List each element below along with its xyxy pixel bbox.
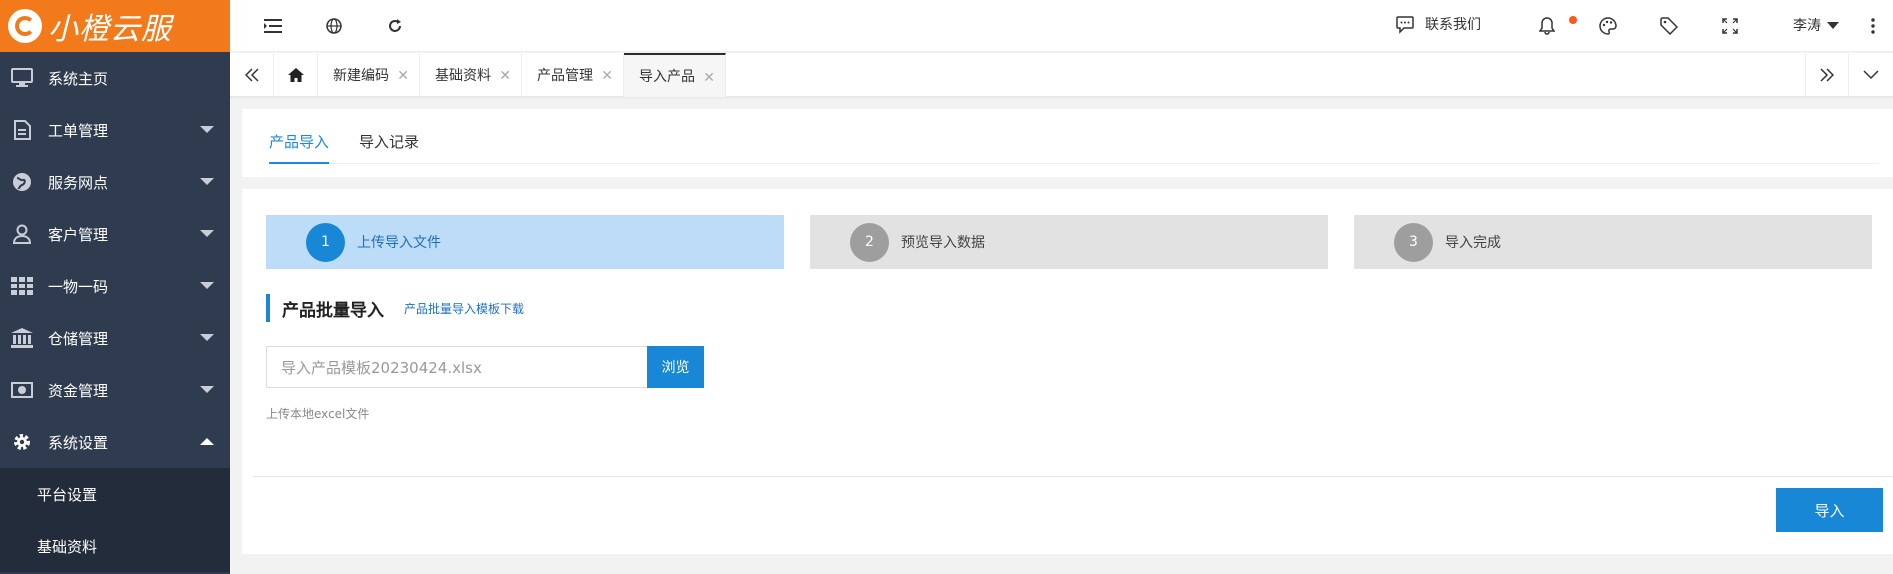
subtabs-card: 产品导入 导入记录: [242, 109, 1893, 177]
tab-import-products[interactable]: 导入产品 ✕: [624, 53, 726, 97]
grid-icon: [10, 275, 34, 297]
tab-label: 导入产品: [639, 69, 695, 85]
palette-icon[interactable]: [1596, 14, 1620, 38]
money-icon: [10, 379, 34, 401]
chevron-down-icon: [200, 178, 214, 185]
tab-label: 新建编码: [333, 68, 389, 84]
sidebar-item-funds[interactable]: 资金管理: [0, 364, 230, 416]
sidebar-item-label: 系统主页: [48, 69, 109, 88]
scroll-tabs-left-icon[interactable]: [230, 53, 274, 97]
scroll-tabs-right-icon[interactable]: [1805, 53, 1849, 97]
import-card: 1 上传导入文件 2 预览导入数据 3 导入完成 产品批量导入 产品批量导入模板…: [242, 189, 1893, 554]
sidebar-item-label: 系统设置: [48, 433, 109, 452]
tab-label: 基础资料: [435, 68, 491, 84]
globe-icon[interactable]: [322, 14, 346, 38]
close-icon[interactable]: ✕: [703, 70, 715, 86]
sidebar-item-home[interactable]: 系统主页: [0, 52, 230, 104]
chevron-down-icon: [200, 386, 214, 393]
tab-label: 产品管理: [537, 68, 593, 84]
step-label: 导入完成: [1445, 235, 1501, 251]
sidebar-submenu: 平台设置 基础资料: [0, 468, 230, 572]
user-icon: [10, 223, 34, 245]
step-label: 上传导入文件: [357, 235, 441, 251]
refresh-icon[interactable]: [383, 14, 407, 38]
sidebar-subitem-platform-settings[interactable]: 平台设置: [0, 468, 230, 520]
tag-icon[interactable]: [1657, 14, 1681, 38]
contact-us-button[interactable]: 联系我们: [1395, 14, 1481, 34]
step-number: 1: [306, 222, 345, 262]
subtab-product-import[interactable]: 产品导入: [269, 131, 329, 152]
top-bar: 联系我们 李涛: [230, 0, 1893, 52]
sidebar-subitem-basic-data[interactable]: 基础资料: [0, 520, 230, 572]
bell-icon[interactable]: [1535, 14, 1559, 38]
step-number: 2: [850, 222, 889, 262]
bank-icon: [10, 327, 34, 349]
sidebar-item-work-orders[interactable]: 工单管理: [0, 104, 230, 156]
sidebar-item-label: 资金管理: [48, 381, 109, 400]
logo-mark-icon: [8, 9, 42, 43]
sidebar-item-label: 工单管理: [48, 121, 109, 140]
monitor-icon: [10, 67, 34, 89]
subtab-import-records[interactable]: 导入记录: [359, 131, 419, 152]
more-vertical-icon[interactable]: [1861, 14, 1885, 38]
file-path-input[interactable]: [266, 346, 649, 388]
tab-new-code[interactable]: 新建编码 ✕: [318, 53, 420, 97]
upload-hint: 上传本地excel文件: [266, 407, 370, 421]
fullscreen-icon[interactable]: [1718, 14, 1742, 38]
subtab-active-indicator: [269, 162, 329, 164]
browse-button[interactable]: 浏览: [647, 346, 704, 388]
tabs-menu-chevron-down-icon[interactable]: [1849, 53, 1893, 97]
chevron-down-icon: [200, 282, 214, 289]
step-upload: 1 上传导入文件: [266, 215, 784, 269]
form-divider: [253, 476, 1893, 477]
home-tab-icon[interactable]: [274, 53, 318, 97]
close-icon[interactable]: ✕: [499, 68, 511, 84]
user-name: 李涛: [1793, 18, 1821, 34]
chevron-down-icon: [200, 334, 214, 341]
chevron-down-icon: [200, 230, 214, 237]
menu-toggle-icon[interactable]: [261, 14, 285, 38]
sidebar-item-warehouse[interactable]: 仓储管理: [0, 312, 230, 364]
user-menu[interactable]: 李涛: [1793, 15, 1839, 35]
gear-icon: [10, 431, 34, 453]
chat-icon: [1396, 16, 1414, 34]
globe-icon: [10, 171, 34, 193]
contact-us-label: 联系我们: [1425, 17, 1481, 33]
close-icon[interactable]: ✕: [601, 68, 613, 84]
step-label: 预览导入数据: [901, 235, 985, 251]
sidebar-item-one-code[interactable]: 一物一码: [0, 260, 230, 312]
sidebar-item-label: 服务网点: [48, 173, 109, 192]
chevron-up-icon: [200, 438, 214, 445]
caret-down-icon: [1827, 21, 1839, 29]
brand-name: 小橙云服: [48, 12, 172, 47]
subtab-divider: [269, 163, 1879, 164]
step-number: 3: [1394, 222, 1433, 262]
sidebar-item-label: 仓储管理: [48, 329, 109, 348]
section-header: 产品批量导入 产品批量导入模板下载: [266, 294, 524, 322]
page-tabs-bar: 新建编码 ✕ 基础资料 ✕ 产品管理 ✕ 导入产品 ✕: [230, 53, 1893, 97]
chevron-down-icon: [200, 126, 214, 133]
document-icon: [10, 119, 34, 141]
sidebar-item-label: 客户管理: [48, 225, 109, 244]
step-preview: 2 预览导入数据: [810, 215, 1328, 269]
sidebar-item-system-settings[interactable]: 系统设置: [0, 416, 230, 468]
close-icon[interactable]: ✕: [397, 68, 409, 84]
sidebar-item-customers[interactable]: 客户管理: [0, 208, 230, 260]
step-complete: 3 导入完成: [1354, 215, 1872, 269]
tab-basic-data[interactable]: 基础资料 ✕: [420, 53, 522, 97]
section-title: 产品批量导入: [282, 300, 384, 321]
brand-logo[interactable]: 小橙云服: [0, 0, 230, 52]
sidebar-item-label: 一物一码: [48, 277, 109, 296]
import-button[interactable]: 导入: [1776, 488, 1883, 532]
sidebar: 小橙云服 系统主页 工单管理 服务网点 客户管理 一物一码 仓储管理 资金管理 …: [0, 0, 230, 574]
template-download-link[interactable]: 产品批量导入模板下载: [404, 300, 524, 317]
tab-product-management[interactable]: 产品管理 ✕: [522, 53, 624, 97]
sidebar-item-service-outlets[interactable]: 服务网点: [0, 156, 230, 208]
notification-dot: [1569, 16, 1577, 24]
